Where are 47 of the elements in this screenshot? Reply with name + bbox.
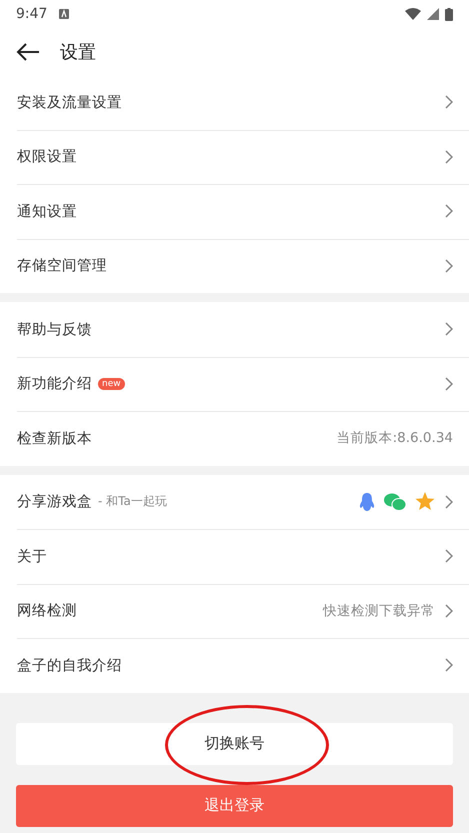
chevron-right-icon [445,494,453,509]
switch-account-button[interactable]: 切换账号 [16,722,453,764]
star-icon[interactable] [415,492,435,512]
battery-icon [445,8,453,20]
row-label: 通知设置 [17,202,77,221]
row-value: 快速检测下载异常 [323,602,435,620]
new-badge: new [98,378,125,390]
row-note: - 和Ta一起玩 [98,493,167,510]
back-arrow-icon[interactable] [16,42,40,60]
chevron-right-icon [445,150,453,164]
row-label: 存储空间管理 [17,257,107,276]
chevron-right-icon [445,322,453,336]
settings-row[interactable]: 分享游戏盒 - 和Ta一起玩 [0,474,469,529]
row-label: 分享游戏盒 [17,492,92,512]
settings-row[interactable]: 权限设置 [0,130,469,184]
chevron-right-icon [445,658,453,672]
chevron-right-icon [445,258,453,273]
row-label: 盒子的自我介绍 [17,656,122,675]
row-label: 检查新版本 [17,430,92,448]
penguin-icon[interactable] [359,492,375,511]
settings-row[interactable]: 检查新版本 当前版本:8.6.0.34 [0,411,469,466]
row-value: 当前版本:8.6.0.34 [336,429,453,448]
signal-icon [427,8,439,20]
settings-row[interactable]: 网络检测 快速检测下载异常 [0,584,469,638]
settings-row[interactable]: 帮助与反馈 [0,302,469,356]
row-label: 权限设置 [17,148,77,166]
chevron-right-icon [445,549,453,564]
row-label: 关于 [17,548,47,566]
settings-row[interactable]: 通知设置 [0,184,469,238]
settings-row[interactable]: 盒子的自我介绍 [0,638,469,692]
notification-icon [59,9,70,19]
status-time: 9:47 [16,6,48,22]
row-label: 新功能介绍 [17,374,92,394]
settings-row[interactable]: 新功能介绍 new [0,356,469,411]
settings-row[interactable]: 安装及流量设置 [0,75,469,130]
row-label: 网络检测 [17,602,77,620]
page-title: 设置 [60,40,96,64]
wifi-icon [405,8,421,20]
chevron-right-icon [445,376,453,391]
chevron-right-icon [445,204,453,218]
settings-row[interactable]: 关于 [0,529,469,584]
row-label: 帮助与反馈 [17,320,92,339]
row-label: 安装及流量设置 [17,94,122,112]
chat-bubbles-icon[interactable] [384,492,406,511]
chevron-right-icon [445,95,453,110]
settings-row[interactable]: 存储空间管理 [0,238,469,293]
chevron-right-icon [445,604,453,618]
